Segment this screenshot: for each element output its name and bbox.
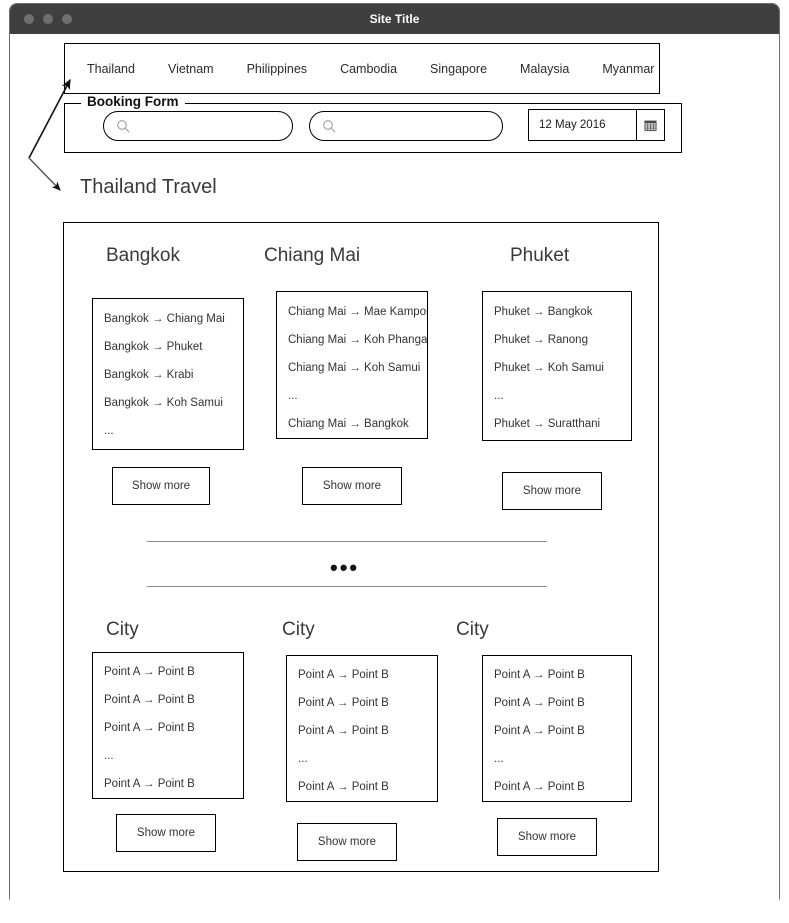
route-item[interactable]: Chiang Mai → Bangkok <box>288 418 409 430</box>
route-item[interactable]: Point A → Point B <box>298 725 389 737</box>
nav-item-myanmar[interactable]: Myanmar <box>602 62 654 76</box>
city-title: City <box>282 619 315 640</box>
city-title: Phuket <box>510 245 570 266</box>
route-item[interactable]: Chiang Mai → Mae Kampong <box>288 306 427 318</box>
route-item[interactable]: Point A → Point B <box>494 781 585 793</box>
nav-link-list: Thailand Vietnam Philippines Cambodia Si… <box>65 44 659 93</box>
route-item[interactable]: Bangkok → Phuket <box>104 341 202 353</box>
route-item: ... <box>494 390 504 402</box>
show-more-button[interactable]: Show more <box>112 467 210 505</box>
page-title: Thailand Travel <box>80 176 217 198</box>
page-canvas: Thailand Vietnam Philippines Cambodia Si… <box>10 34 779 905</box>
route-list: Point A → Point B Point A → Point B Poin… <box>92 652 244 799</box>
route-item: ... <box>298 753 308 765</box>
city-title: City <box>106 619 139 640</box>
route-item[interactable]: Point A → Point B <box>298 669 389 681</box>
route-item[interactable]: Phuket → Suratthani <box>494 418 600 430</box>
content-panel: Bangkok Bangkok → Chiang Mai Bangkok → P… <box>63 222 659 872</box>
route-item: ... <box>104 750 114 762</box>
route-item[interactable]: Bangkok → Chiang Mai <box>104 313 225 325</box>
route-list: Bangkok → Chiang Mai Bangkok → Phuket Ba… <box>92 298 244 450</box>
date-input-value[interactable]: 12 May 2016 <box>529 119 636 131</box>
origin-search-input[interactable] <box>103 111 293 141</box>
route-item[interactable]: Phuket → Ranong <box>494 334 588 346</box>
route-list: Point A → Point B Point A → Point B Poin… <box>482 655 632 802</box>
route-item[interactable]: Point A → Point B <box>494 725 585 737</box>
browser-window: Site Title Thailand Vietnam Philippines … <box>9 3 780 905</box>
route-item[interactable]: Point A → Point B <box>494 669 585 681</box>
divider-ellipsis: ••• <box>330 555 360 580</box>
nav-item-vietnam[interactable]: Vietnam <box>168 62 214 76</box>
route-item[interactable]: Phuket → Koh Samui <box>494 362 604 374</box>
route-item[interactable]: Point A → Point B <box>298 781 389 793</box>
route-item[interactable]: Point A → Point B <box>104 694 195 706</box>
nav-item-malaysia[interactable]: Malaysia <box>520 62 569 76</box>
route-item[interactable]: Point A → Point B <box>104 722 195 734</box>
city-title: Chiang Mai <box>264 245 361 266</box>
route-item[interactable]: Point A → Point B <box>298 697 389 709</box>
divider-line-top <box>147 541 547 542</box>
route-item[interactable]: Chiang Mai → Koh Phangan <box>288 334 427 346</box>
nav-item-thailand[interactable]: Thailand <box>87 62 135 76</box>
window-titlebar: Site Title <box>10 4 779 34</box>
route-item[interactable]: Point A → Point B <box>104 666 195 678</box>
calendar-picker-button[interactable] <box>636 110 664 140</box>
show-more-button[interactable]: Show more <box>502 472 602 510</box>
booking-form: Booking Form 12 May 2016 <box>64 94 682 153</box>
route-list: Chiang Mai → Mae Kampong Chiang Mai → Ko… <box>276 291 428 439</box>
window-title: Site Title <box>369 12 420 26</box>
date-input-group[interactable]: 12 May 2016 <box>528 109 665 141</box>
route-item[interactable]: Chiang Mai → Koh Samui <box>288 362 420 374</box>
nav-item-cambodia[interactable]: Cambodia <box>340 62 397 76</box>
destination-search-input[interactable] <box>309 111 503 141</box>
route-list: Point A → Point B Point A → Point B Poin… <box>286 655 438 802</box>
route-item[interactable]: Phuket → Bangkok <box>494 306 592 318</box>
show-more-button[interactable]: Show more <box>497 818 597 856</box>
route-item: ... <box>104 425 114 437</box>
route-list: Phuket → Bangkok Phuket → Ranong Phuket … <box>482 291 632 441</box>
show-more-button[interactable]: Show more <box>116 814 216 852</box>
show-more-button[interactable]: Show more <box>297 823 397 861</box>
booking-form-legend: Booking Form <box>81 94 185 109</box>
city-title: City <box>456 619 489 640</box>
nav-item-singapore[interactable]: Singapore <box>430 62 487 76</box>
search-icon <box>323 120 336 133</box>
route-item: ... <box>494 753 504 765</box>
site-navigation: Thailand Vietnam Philippines Cambodia Si… <box>64 43 660 94</box>
screenshot-root: Site Title Thailand Vietnam Philippines … <box>0 0 789 923</box>
search-icon <box>117 120 130 133</box>
route-item[interactable]: Bangkok → Koh Samui <box>104 397 223 409</box>
route-item[interactable]: Bangkok → Krabi <box>104 369 194 381</box>
divider-line-bottom <box>147 586 547 587</box>
calendar-icon <box>644 120 657 131</box>
city-title: Bangkok <box>106 245 180 266</box>
route-item[interactable]: Point A → Point B <box>494 697 585 709</box>
route-item: ... <box>288 390 298 402</box>
show-more-button[interactable]: Show more <box>302 467 402 505</box>
route-item[interactable]: Point A → Point B <box>104 778 195 790</box>
nav-item-philippines[interactable]: Philippines <box>247 62 307 76</box>
